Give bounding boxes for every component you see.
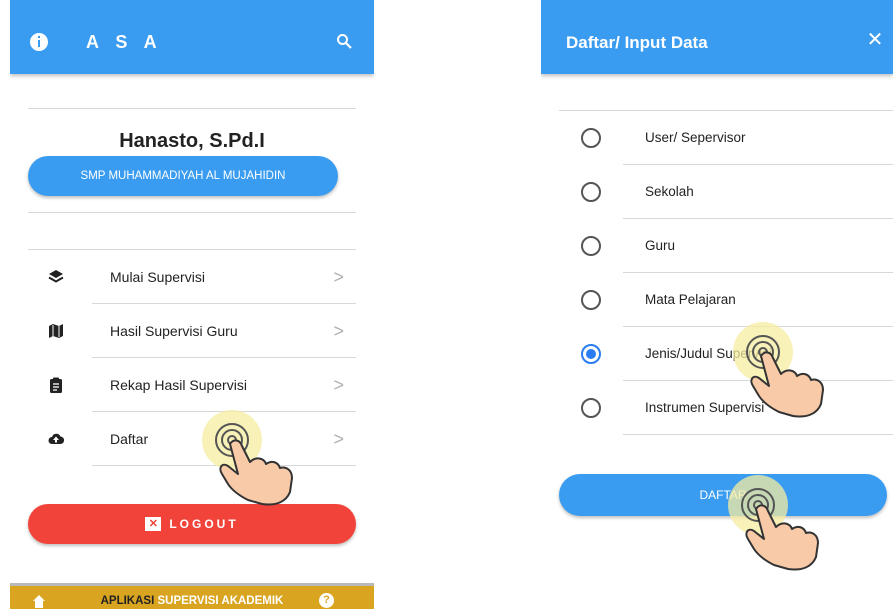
screen-title: Daftar/ Input Data (566, 33, 708, 52)
close-box-icon: ✕ (145, 516, 162, 531)
radio-option-sekolah[interactable]: Sekolah (559, 165, 893, 219)
radio-button[interactable] (581, 398, 601, 418)
menu-item-label: Daftar (110, 431, 149, 447)
divider (28, 108, 356, 109)
option-label: User/ Sepervisor (645, 130, 746, 145)
radio-button-selected[interactable] (581, 344, 601, 364)
app-bar: Daftar/ Input Data ✕ (541, 0, 893, 74)
logout-button[interactable]: ✕ LOGOUT (28, 504, 356, 544)
menu-item-label: Mulai Supervisi (110, 269, 205, 285)
radio-button[interactable] (581, 128, 601, 148)
divider (28, 212, 356, 213)
menu-item-hasil-supervisi-guru[interactable]: Hasil Supervisi Guru > (28, 304, 356, 358)
main-menu-screen: A S A Hanasto, S.Pd.I SMP MUHAMMADIYAH A… (10, 0, 374, 609)
chevron-right-icon: > (333, 429, 344, 449)
search-icon[interactable] (336, 33, 352, 49)
cloud-upload-icon (48, 433, 64, 445)
footer-prefix: APLIKASI (100, 595, 155, 607)
radio-option-guru[interactable]: Guru (559, 219, 893, 273)
footer-highlight: SUPERVISI AKADEMIK (157, 595, 284, 607)
chevron-right-icon: > (333, 267, 344, 287)
map-icon (49, 324, 63, 338)
divider (623, 434, 893, 435)
menu-item-rekap-hasil-supervisi[interactable]: Rekap Hasil Supervisi > (28, 358, 356, 412)
bottom-bar: APLIKASI SUPERVISI AKADEMIK ? (10, 583, 374, 609)
option-label: Guru (645, 238, 676, 253)
option-label: Mata Pelajaran (645, 292, 736, 307)
option-label: Sekolah (645, 184, 694, 199)
option-label: Instrumen Supervisi (645, 400, 765, 415)
chevron-right-icon: > (333, 375, 344, 395)
logout-label: LOGOUT (169, 517, 239, 531)
radio-button[interactable] (581, 236, 601, 256)
menu-item-daftar[interactable]: Daftar > (28, 412, 356, 466)
radio-option-instrumen-supervisi[interactable]: Instrumen Supervisi (559, 381, 893, 435)
radio-button[interactable] (581, 290, 601, 310)
school-button[interactable]: SMP MUHAMMADIYAH AL MUJAHIDIN (28, 156, 338, 196)
radio-option-jenis-judul-supervisi[interactable]: Jenis/Judul Supervisi (559, 327, 893, 381)
close-icon[interactable]: ✕ (865, 30, 885, 50)
help-icon[interactable]: ? (319, 593, 334, 608)
radio-button[interactable] (581, 182, 601, 202)
clipboard-icon (50, 377, 62, 393)
radio-option-user-supervisor[interactable]: User/ Sepervisor (559, 111, 893, 165)
layers-icon (48, 270, 64, 283)
menu-item-label: Rekap Hasil Supervisi (110, 377, 247, 393)
radio-option-mata-pelajaran[interactable]: Mata Pelajaran (559, 273, 893, 327)
info-icon[interactable] (30, 33, 48, 51)
menu-item-mulai-supervisi[interactable]: Mulai Supervisi > (28, 250, 356, 304)
divider (10, 583, 374, 586)
chevron-right-icon: > (333, 321, 344, 341)
daftar-button[interactable]: DAFTAR (559, 474, 887, 516)
menu-item-label: Hasil Supervisi Guru (110, 323, 238, 339)
user-name: Hanasto, S.Pd.I (119, 130, 265, 152)
option-label: Jenis/Judul Supervisi (645, 346, 772, 361)
register-input-screen: Daftar/ Input Data ✕ User/ Sepervisor Se… (541, 0, 893, 609)
app-title: A S A (86, 32, 163, 52)
app-bar: A S A (10, 0, 374, 74)
divider (92, 465, 356, 466)
